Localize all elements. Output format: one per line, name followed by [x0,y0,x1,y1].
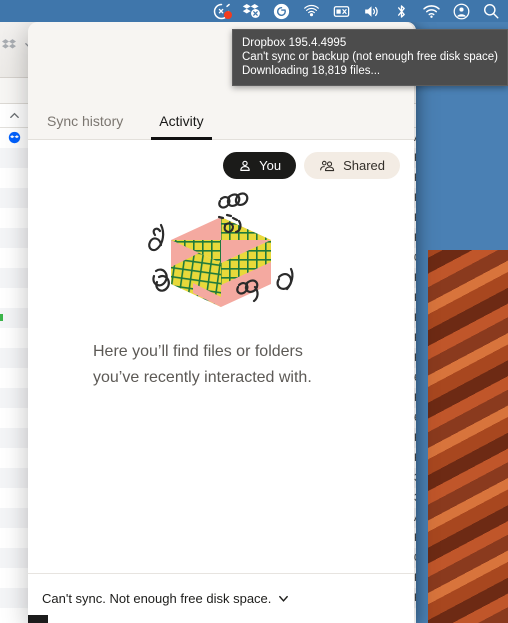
person-icon [238,159,252,173]
row-modified-time: 0 PM [414,252,416,264]
row-modified-time: PM [414,272,416,284]
row-modified-time: PM [414,532,416,544]
dropbox-popup-panel[interactable]: Sync history Activity You Shared Here yo… [28,22,414,623]
activity-filter-row: You Shared [28,140,414,179]
row-modified-time: PM [414,572,416,584]
row-modified-time: PM [414,452,416,464]
row-modified-time: 3 PM [414,472,416,484]
dropbox-icon [2,39,16,49]
popup-footer[interactable]: Can't sync. Not enough free disk space. [28,573,414,623]
row-modified-time: PM [414,592,416,604]
dropbox-transfer-icon[interactable] [236,0,266,22]
filter-you-label: You [259,158,282,173]
dropbox-menu-icon[interactable] [206,0,236,22]
empty-state-message: Here you’ll find files or folders you’ve… [93,343,312,386]
filter-you-button[interactable]: You [223,152,297,179]
row-modified-time: PM [414,212,416,224]
filter-shared-label: Shared [343,158,385,173]
row-modified-time: PM [414,232,416,244]
row-modified-time: 6 PM [414,372,416,384]
dropbox-sync-icon [8,131,21,147]
volume-icon[interactable] [356,0,386,22]
keyboard-input-icon[interactable] [326,0,356,22]
activity-empty-state: Here you’ll find files or folders you’ve… [28,179,414,391]
row-modified-time: PM [414,192,416,204]
row-modified-time: 39 AM [414,492,416,504]
dropbox-tooltip: Dropbox 195.4.4995 Can't sync or backup … [232,29,508,86]
row-modified-time: PM [414,392,416,404]
tab-activity[interactable]: Activity [151,113,212,140]
bluetooth-icon[interactable] [386,0,416,22]
user-account-icon[interactable] [446,0,476,22]
people-icon [319,159,336,173]
popup-body: You Shared Here you’ll find files or fol… [28,140,414,595]
row-modified-time: PM [414,292,416,304]
row-modified-time: PM [414,352,416,364]
spotlight-search-icon[interactable] [476,0,506,22]
row-modified-time: 6 AM [414,412,416,424]
dock-sliver [28,615,48,623]
popup-tabs[interactable]: Sync history Activity [28,96,414,140]
row-modified-time: PM [414,432,416,444]
row-modified-time: AM [414,132,416,144]
row-modified-time: PM [414,332,416,344]
tooltip-line-error: Can't sync or backup (not enough free di… [242,51,498,63]
airplay-icon[interactable] [296,0,326,22]
tooltip-line-progress: Downloading 18,819 files... [242,65,381,77]
tab-sync-history[interactable]: Sync history [43,113,127,139]
tooltip-line-version: Dropbox 195.4.4995 [242,37,347,49]
grammarly-icon[interactable] [266,0,296,22]
sort-chevron-icon[interactable] [8,109,21,127]
sync-status-text: Can't sync. Not enough free disk space. [42,591,272,606]
wallpaper-photo [428,250,508,623]
row-modified-time: 0 PM [414,552,416,564]
sync-ok-marker [0,314,3,321]
row-modified-time: PM [414,172,416,184]
row-modified-time: AM [414,512,416,524]
row-modified-time: PM [414,312,416,324]
cube-scribble-illustration [148,192,294,307]
chevron-down-icon[interactable] [277,592,290,605]
macos-menu-bar[interactable] [0,0,508,22]
alert-badge [224,11,232,19]
filter-shared-button[interactable]: Shared [304,152,400,179]
screen: AM PM PM PM PM PM 0 PM PM PM PM PM PM 6 PM PM 6 AM PM PM… [0,0,508,623]
wifi-icon[interactable] [416,0,446,22]
row-modified-time: PM [414,152,416,164]
